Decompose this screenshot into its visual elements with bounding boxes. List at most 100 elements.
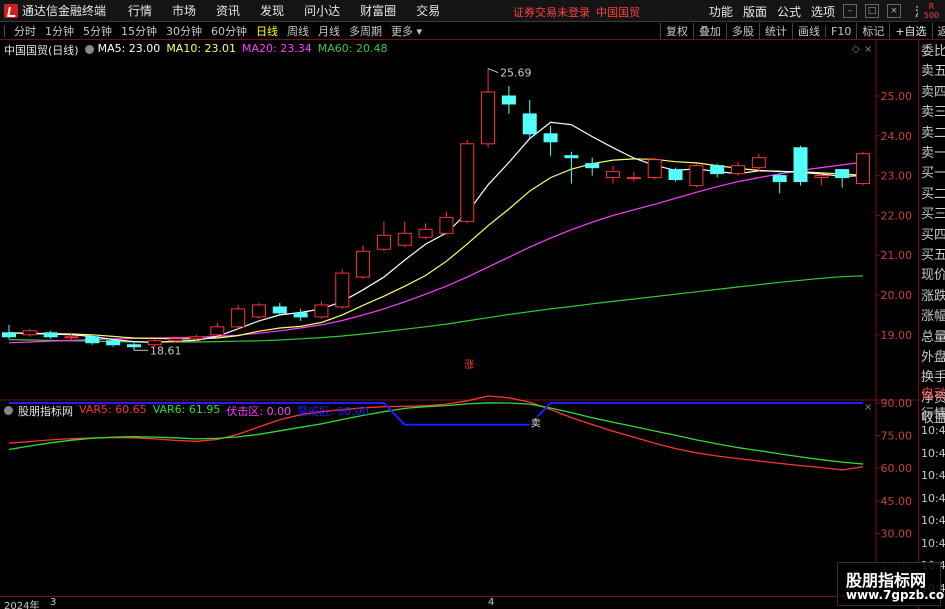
quote-field-0: 委比 [921, 44, 945, 59]
main-chart-title[interactable]: 中国国贸(日线) [4, 42, 79, 58]
candle-body-down [522, 113, 537, 135]
overlay-button[interactable]: 叠加 [693, 23, 726, 39]
price-tick-label: 22.00 [881, 209, 913, 222]
watermark-url: www.7gpzb.com [846, 588, 945, 602]
menu-item-layout[interactable]: 版面 [743, 3, 767, 20]
candle-body-down [793, 147, 808, 183]
f10-button[interactable]: F10 [825, 24, 856, 38]
candle-body-up [418, 228, 433, 238]
collapse-diamond-icon[interactable]: ◇ [852, 44, 860, 55]
quote-field-9: 买四 [921, 227, 945, 243]
candle-body-up [439, 216, 454, 234]
login-notice[interactable]: 证券交易未登录 中国国贸 [513, 4, 640, 20]
high-marker-line [487, 68, 499, 74]
price-tick-label: 20.00 [881, 289, 913, 302]
legend-ambush-zone: 伏击区: 0.00 [226, 405, 292, 418]
add-watchlist-button[interactable]: +自选 [889, 23, 931, 39]
period-5min[interactable]: 5分钟 [83, 23, 112, 39]
menu-item-assistant[interactable]: 问小达 [304, 2, 340, 19]
candle-body-up [731, 165, 746, 175]
tab-quotes[interactable]: 行情 [919, 405, 945, 425]
menu-item-function[interactable]: 功能 [709, 3, 733, 20]
mark-button[interactable]: 标记 [856, 23, 889, 39]
candle-body-up [751, 157, 766, 169]
candle-body-down [272, 306, 287, 314]
close-icon[interactable]: × [886, 4, 901, 18]
sub-panel-close-icon[interactable]: × [864, 402, 872, 413]
candle-body-up [626, 177, 641, 180]
candle-body-up [689, 165, 704, 187]
legend-ma5: MA5: 23.00 [97, 42, 161, 55]
candle-body-up [64, 336, 79, 339]
period-monthly[interactable]: 月线 [318, 23, 340, 39]
tick-time: 10:45 [921, 536, 945, 550]
draw-line-button[interactable]: 画线 [792, 23, 825, 39]
period-30min[interactable]: 30分钟 [166, 23, 202, 39]
period-daily[interactable]: 日线 [256, 23, 278, 39]
tab-auto[interactable]: 自动 [919, 385, 945, 405]
price-tick-label: 23.00 [881, 170, 913, 183]
quote-field-8: 买三 [921, 207, 945, 223]
quote-field-12: 涨跌 [921, 288, 945, 304]
period-intraday[interactable]: 分时 [14, 23, 36, 39]
indicator-tick-label: 75.00 [881, 430, 913, 443]
chart-area[interactable]: 19.0020.0021.0022.0023.0024.0025.0015.00… [0, 40, 918, 596]
time-axis: 2024年 3 4 [0, 596, 918, 609]
main-chart-legend: 中国国贸(日线) MA5: 23.00 MA10: 23.01 MA20: 23… [4, 42, 393, 58]
menu-item-options[interactable]: 选项 [811, 3, 835, 20]
stats-button[interactable]: 统计 [759, 23, 792, 39]
minimize-icon[interactable]: – [842, 4, 857, 18]
quote-field-3: 卖三 [921, 105, 945, 121]
menu-item-market[interactable]: 行情 [128, 2, 152, 19]
back-button[interactable]: 返回 [931, 23, 945, 39]
menu-item-news[interactable]: 资讯 [216, 2, 240, 19]
candle-body-up [168, 338, 183, 342]
sub-settings-dot[interactable] [4, 403, 16, 419]
indicator-settings-icon [4, 405, 13, 415]
tick-time: 10:45 [921, 469, 945, 482]
period-toolbar: 分时 1分钟 5分钟 15分钟 30分钟 60分钟 日线 周线 月线 多周期 更… [0, 22, 945, 40]
sub-chart-title[interactable]: 股朋指标网 [18, 403, 73, 419]
toolbar-right: 复权 叠加 多股 统计 画线 F10 标记 +自选 返回 [660, 22, 945, 40]
candle-body-down [835, 169, 850, 179]
period-more[interactable]: 更多 ▾ [391, 23, 422, 39]
menu-item-trade[interactable]: 交易 [416, 2, 440, 19]
candle-body-down [543, 133, 558, 143]
indicator-tick-label: 30.00 [881, 527, 913, 540]
login-notice-text: 证券交易未登录 [513, 6, 590, 19]
ma60-line [8, 275, 864, 343]
candle-body-up [189, 336, 204, 340]
price-tick-label: 25.00 [881, 90, 913, 103]
maximize-icon[interactable]: □ [864, 4, 879, 18]
candle-body-up [356, 250, 371, 278]
menu-item-board[interactable]: 市场 [172, 2, 196, 19]
settings-dot-icon[interactable] [84, 42, 97, 58]
low-price-label: 18.61 [150, 344, 182, 357]
menu-item-wealth[interactable]: 财富圈 [360, 2, 396, 19]
quote-field-11: 现价 [921, 268, 945, 284]
candle-body-up [251, 304, 266, 318]
period-60min[interactable]: 60分钟 [211, 23, 247, 39]
candle-body-up [376, 234, 391, 250]
notice-stock-name: 中国国贸 [596, 6, 640, 19]
multi-stock-button[interactable]: 多股 [726, 23, 759, 39]
legend-ma60: MA60: 20.48 [317, 42, 388, 55]
menu-item-discover[interactable]: 发现 [260, 2, 284, 19]
legend-var6: VAR6: 61.95 [152, 403, 221, 416]
panel-close-icon[interactable]: × [864, 44, 872, 55]
candle-body-up [481, 91, 496, 145]
period-1min[interactable]: 1分钟 [45, 23, 74, 39]
period-15min[interactable]: 15分钟 [121, 23, 157, 39]
period-multi[interactable]: 多周期 [349, 23, 382, 39]
candle-body-down [772, 175, 787, 183]
ma5-line [8, 121, 864, 344]
period-weekly[interactable]: 周线 [287, 23, 309, 39]
indicator-tick-label: 90.00 [881, 397, 913, 410]
tick-time: 10:45 [921, 514, 945, 527]
quote-field-4: 卖二 [921, 125, 945, 141]
menu-item-formula[interactable]: 公式 [777, 3, 801, 20]
candle-body-up [22, 330, 37, 336]
app-title: 通达信金融终端 [22, 4, 107, 18]
quote-field-6: 买一 [921, 166, 945, 182]
adjust-button[interactable]: 复权 [660, 23, 693, 39]
